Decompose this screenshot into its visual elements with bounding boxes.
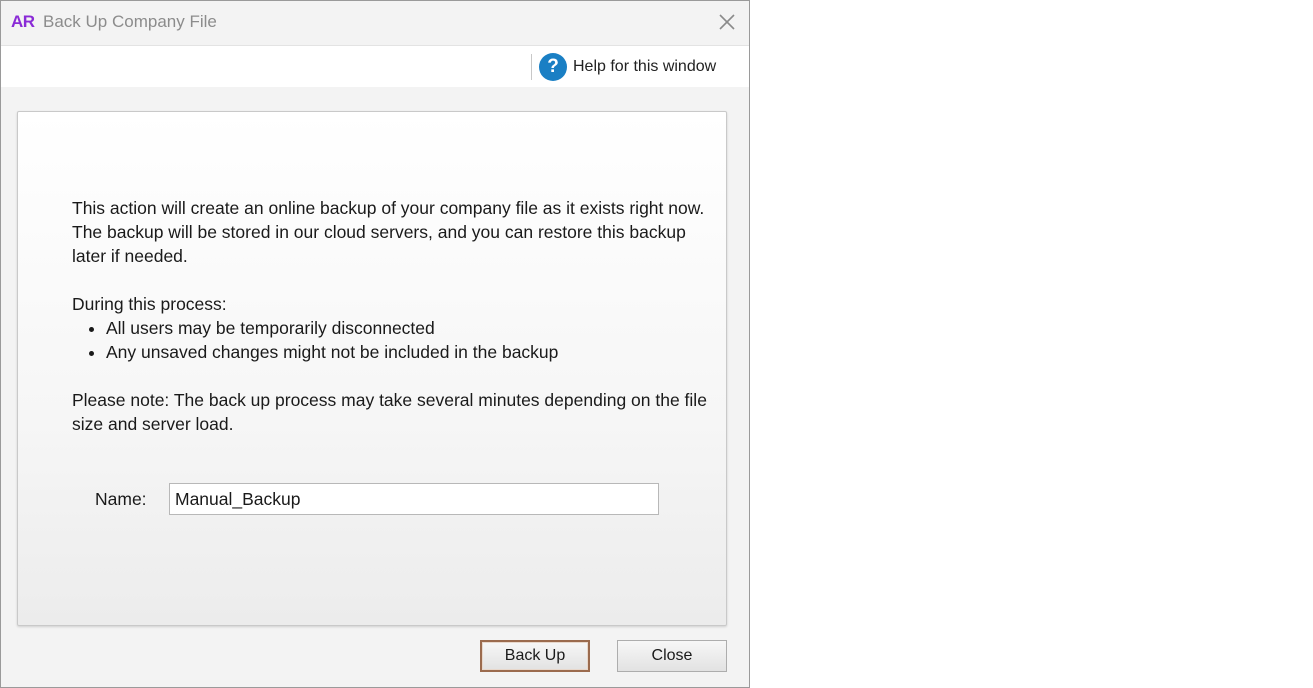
process-bullet-list: All users may be temporarily disconnecte…: [72, 316, 722, 364]
back-up-button[interactable]: Back Up: [480, 640, 590, 672]
backup-description: This action will create an online backup…: [72, 196, 722, 436]
backup-dialog: AR Back Up Company File ? Help for this …: [0, 0, 750, 688]
note-text: Please note: The back up process may tak…: [72, 390, 707, 434]
intro-text-2: The backup will be stored in our cloud s…: [72, 222, 686, 266]
question-circle-icon: ?: [539, 53, 567, 81]
help-link-label: Help for this window: [573, 58, 717, 75]
toolbar-separator: [531, 54, 532, 80]
help-for-window-link[interactable]: ? Help for this window: [539, 53, 716, 81]
window-title: Back Up Company File: [43, 12, 217, 31]
app-logo-icon: AR: [11, 12, 35, 31]
backup-info-panel: This action will create an online backup…: [17, 111, 727, 626]
toolbar: ? Help for this window: [1, 46, 749, 86]
bullet-item: Any unsaved changes might not be include…: [106, 340, 722, 364]
intro-text-1: This action will create an online backup…: [72, 198, 705, 218]
title-bar: AR Back Up Company File: [1, 1, 749, 46]
name-label: Name:: [95, 488, 147, 509]
backup-name-input[interactable]: [169, 483, 659, 515]
process-heading: During this process:: [72, 294, 227, 314]
name-row: Name:: [95, 483, 659, 515]
close-icon[interactable]: [715, 10, 739, 34]
content-area: This action will create an online backup…: [1, 87, 749, 687]
bullet-item: All users may be temporarily disconnecte…: [106, 316, 722, 340]
close-button[interactable]: Close: [617, 640, 727, 672]
